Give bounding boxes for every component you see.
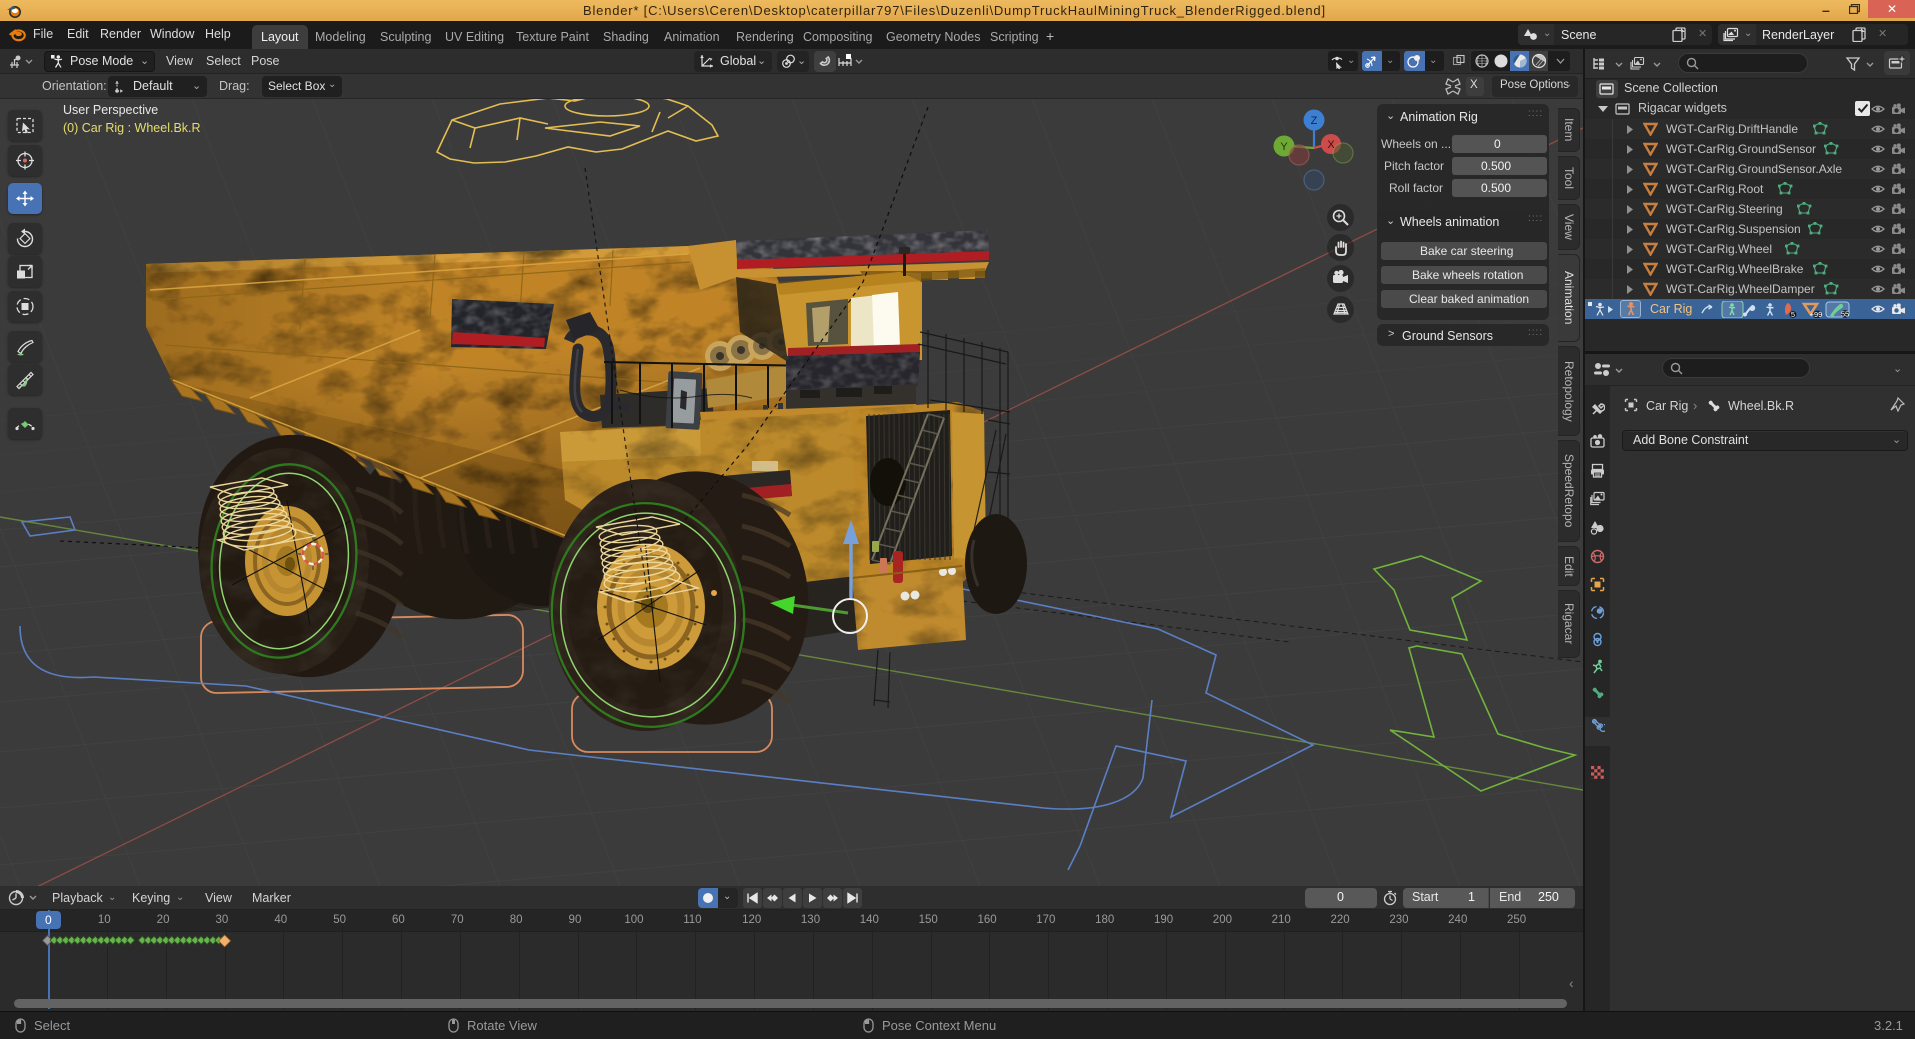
svg-text:Y: Y: [1280, 141, 1288, 153]
svg-text:55: 55: [1841, 310, 1849, 319]
svg-text:Z: Z: [1311, 115, 1318, 127]
svg-text:5: 5: [1791, 310, 1795, 318]
svg-text:+99: +99: [1810, 310, 1823, 318]
